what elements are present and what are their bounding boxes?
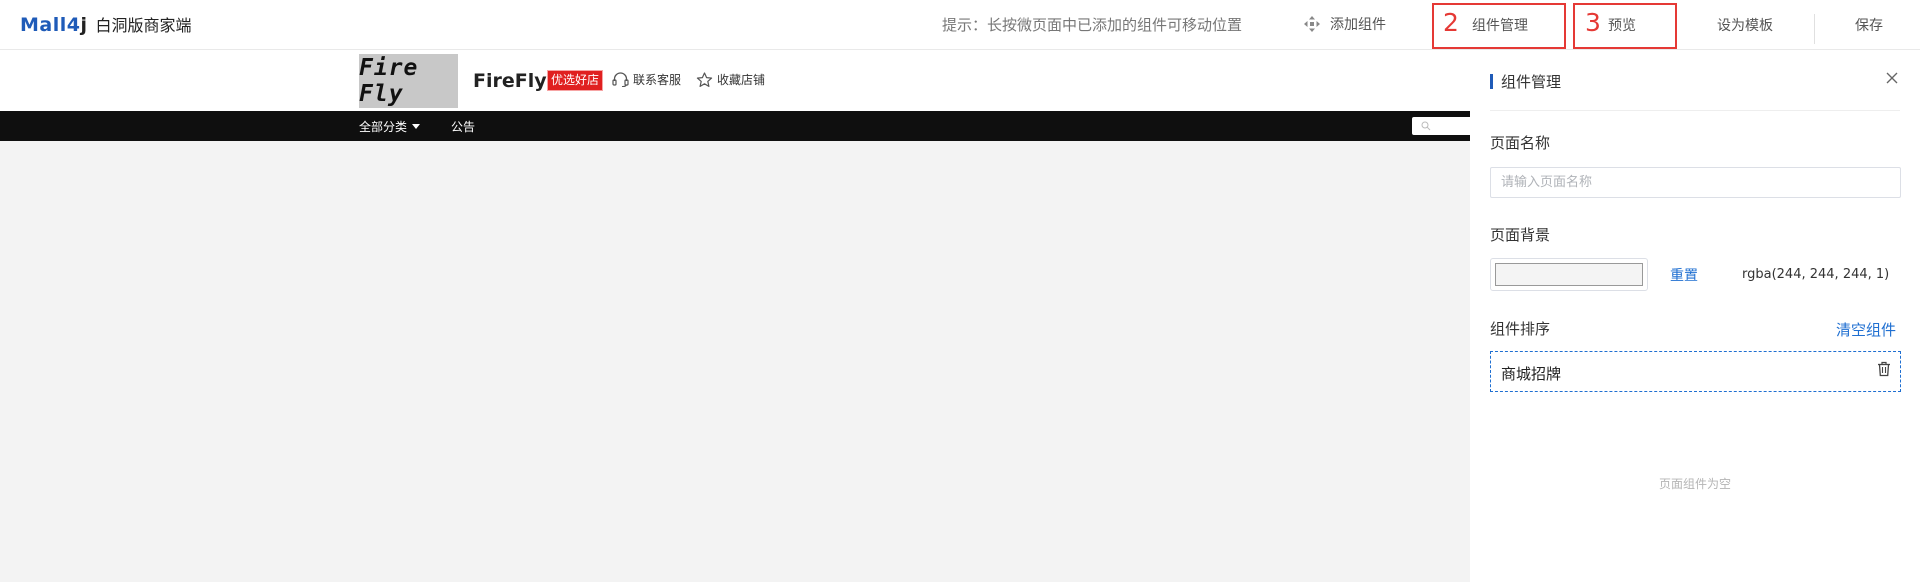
nav-all-categories-label: 全部分类: [359, 120, 408, 134]
trash-icon[interactable]: [1877, 361, 1891, 377]
hint-text: 提示：长按微页面中已添加的组件可移动位置: [942, 16, 1243, 34]
preview-button[interactable]: 预览: [1608, 15, 1636, 35]
bg-color-picker[interactable]: [1490, 258, 1648, 291]
shop-name: FireFly: [473, 70, 547, 92]
nav-notice[interactable]: 公告: [451, 118, 475, 135]
logo-prefix: Mall: [20, 14, 67, 36]
empty-components-text: 页面组件为空: [1658, 477, 1731, 491]
move-arrows-icon: [1304, 16, 1320, 32]
component-sort-label: 组件排序: [1490, 320, 1551, 338]
panel-divider: [1490, 110, 1900, 111]
bg-color-swatch: [1495, 263, 1643, 286]
clear-components-button[interactable]: 清空组件: [1836, 319, 1896, 340]
add-component-button[interactable]: 添加组件: [1304, 14, 1386, 34]
top-header: Mall4j 白洞版商家端 提示：长按微页面中已添加的组件可移动位置 添加组件 …: [0, 0, 1920, 50]
close-icon[interactable]: [1884, 70, 1900, 86]
brand: Mall4j 白洞版商家端: [20, 12, 192, 36]
contact-service-link[interactable]: 联系客服: [612, 71, 681, 88]
headset-icon: [612, 72, 629, 87]
page-name-input[interactable]: [1490, 167, 1901, 198]
component-manage-button[interactable]: 组件管理: [1472, 15, 1528, 35]
annotation-number-2: 2: [1443, 8, 1459, 37]
save-button[interactable]: 保存: [1855, 15, 1883, 35]
header-divider: [1814, 14, 1815, 44]
favorite-shop-link[interactable]: 收藏店铺: [696, 71, 765, 88]
panel-title-text: 组件管理: [1501, 73, 1562, 91]
preview-canvas: Fire Fly FireFly 优选好店 联系客服 收藏店铺 全部分类 公告: [0, 50, 1470, 582]
page-bg-label: 页面背景: [1490, 226, 1551, 244]
component-manage-panel: 组件管理 页面名称 页面背景 重置 rgba(244, 244, 244, 1)…: [1470, 50, 1920, 582]
caret-down-icon: [412, 124, 421, 129]
nav-notice-label: 公告: [451, 120, 476, 134]
panel-title: 组件管理: [1490, 71, 1561, 92]
page-name-label: 页面名称: [1490, 134, 1551, 152]
contact-service-label: 联系客服: [633, 73, 682, 87]
set-template-button[interactable]: 设为模板: [1717, 15, 1773, 35]
component-item-label: 商城招牌: [1501, 365, 1562, 383]
shop-badge: 优选好店: [547, 70, 604, 91]
reset-bg-button[interactable]: 重置: [1670, 265, 1698, 285]
component-list-item[interactable]: 商城招牌: [1490, 351, 1901, 392]
shop-logo: Fire Fly: [359, 54, 458, 108]
brand-logo: Mall4j: [20, 14, 88, 36]
shop-logo-text: Fire Fly: [359, 55, 419, 107]
annotation-number-3: 3: [1585, 8, 1601, 37]
app-name: 白洞版商家端: [95, 16, 192, 35]
shop-nav-bar: 全部分类 公告: [0, 111, 1470, 141]
logo-suffix: j: [80, 14, 88, 36]
favorite-shop-label: 收藏店铺: [717, 73, 766, 87]
star-icon: [696, 71, 713, 87]
nav-search-box[interactable]: [1412, 117, 1470, 135]
title-accent-bar: [1490, 74, 1493, 89]
add-component-label: 添加组件: [1330, 17, 1386, 33]
shop-signboard[interactable]: Fire Fly FireFly 优选好店 联系客服 收藏店铺: [0, 50, 1470, 111]
logo-digit: 4: [66, 14, 81, 36]
nav-all-categories[interactable]: 全部分类: [359, 118, 421, 135]
bg-color-value: rgba(244, 244, 244, 1): [1742, 267, 1890, 282]
search-icon: [1421, 121, 1431, 131]
